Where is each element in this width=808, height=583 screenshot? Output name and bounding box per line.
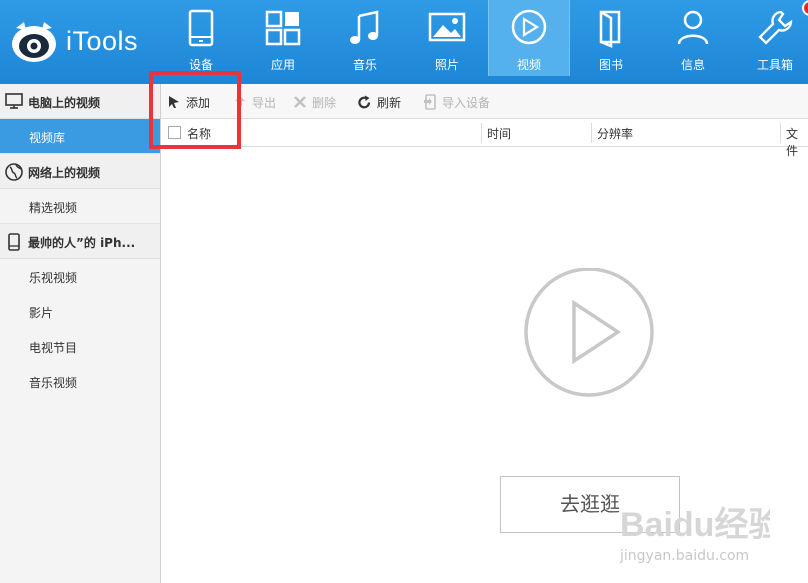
nav-photos[interactable]: 照片 — [406, 0, 488, 76]
nav-label: 工具箱 — [756, 58, 793, 72]
sidebar-item-tv-shows[interactable]: 电视节目 — [0, 329, 160, 364]
sidebar-item-label: 影片 — [29, 306, 54, 320]
sidebar-item-video-library[interactable]: 视频库 — [0, 119, 160, 154]
sidebar: 电脑上的视频 视频库 网络上的视频 精选视频 最帅的人”的 iPh... 乐视视… — [0, 84, 161, 583]
nav-video[interactable]: 视频 — [488, 0, 570, 76]
book-icon — [599, 10, 621, 48]
itools-window: iTools 设备 应用 音乐 照片 视频 图书 信息 工具箱 电脑上的视频 视… — [0, 0, 808, 583]
photo-icon — [428, 12, 466, 42]
nav-label: 图书 — [598, 58, 623, 72]
nav-info[interactable]: 信息 — [652, 0, 734, 76]
empty-play-icon — [524, 268, 654, 397]
video-play-icon — [511, 9, 547, 45]
column-divider — [591, 123, 592, 143]
person-icon — [677, 10, 709, 45]
refresh-button[interactable]: 刷新 — [357, 93, 401, 111]
nav-toolbox[interactable]: 工具箱 — [734, 0, 808, 76]
toolbar: 添加 导出 删除 刷新 导入设备 — [161, 84, 808, 119]
app-name: iTools — [66, 26, 139, 56]
nav-label: 音乐 — [352, 58, 377, 72]
music-icon — [350, 10, 379, 44]
phone-icon — [188, 9, 214, 47]
sidebar-section-title: 最帅的人”的 iPh... — [28, 236, 136, 250]
delete-button-label: 删除 — [312, 95, 337, 110]
delete-x-icon — [294, 96, 306, 108]
sidebar-item-label: 视频库 — [29, 131, 66, 145]
sidebar-item-label: 音乐视频 — [29, 376, 78, 390]
column-file[interactable]: 文件 — [786, 125, 808, 159]
nav-label: 视频 — [516, 58, 541, 72]
sidebar-item-letv[interactable]: 乐视视频 — [0, 259, 160, 294]
column-divider — [481, 123, 482, 143]
import-device-button[interactable]: 导入设备 — [423, 93, 490, 111]
sidebar-item-featured-videos[interactable]: 精选视频 — [0, 189, 160, 224]
itools-logo-icon — [12, 22, 56, 62]
device-icon — [8, 233, 20, 251]
nav-label: 应用 — [270, 58, 295, 72]
baidu-paw-icon: Baidu经验 — [620, 505, 770, 544]
column-divider — [780, 123, 781, 143]
export-button-label: 导出 — [252, 95, 277, 110]
column-time[interactable]: 时间 — [487, 125, 511, 142]
import-device-icon — [424, 94, 436, 110]
nav-books[interactable]: 图书 — [570, 0, 652, 76]
wrench-icon — [758, 10, 793, 45]
monitor-icon — [5, 93, 23, 109]
sidebar-section-online-videos[interactable]: 网络上的视频 — [0, 154, 160, 189]
import-device-button-label: 导入设备 — [442, 95, 491, 110]
nav-device[interactable]: 设备 — [160, 0, 242, 76]
apps-icon — [265, 10, 301, 46]
sidebar-item-label: 乐视视频 — [29, 271, 78, 285]
sidebar-section-device[interactable]: 最帅的人”的 iPh... — [0, 224, 160, 259]
nav-label: 信息 — [680, 58, 705, 72]
app-logo: iTools — [8, 16, 168, 68]
sidebar-item-music-videos[interactable]: 音乐视频 — [0, 364, 160, 399]
sidebar-section-title: 网络上的视频 — [28, 166, 101, 180]
nav-music[interactable]: 音乐 — [324, 0, 406, 76]
highlight-box — [149, 71, 241, 149]
notification-badge — [802, 0, 808, 16]
watermark-url: jingyan.baidu.com — [620, 548, 750, 564]
sidebar-section-title: 电脑上的视频 — [28, 96, 101, 110]
refresh-button-label: 刷新 — [377, 95, 402, 110]
column-resolution[interactable]: 分辨率 — [597, 125, 633, 142]
delete-button[interactable]: 删除 — [293, 93, 336, 111]
refresh-icon — [358, 95, 371, 108]
globe-icon — [5, 163, 23, 181]
sidebar-section-pc-videos[interactable]: 电脑上的视频 — [0, 84, 160, 119]
nav-apps[interactable]: 应用 — [242, 0, 324, 76]
top-bar: iTools 设备 应用 音乐 照片 视频 图书 信息 工具箱 — [0, 0, 808, 84]
sidebar-item-movies[interactable]: 影片 — [0, 294, 160, 329]
main-nav: 设备 应用 音乐 照片 视频 图书 信息 工具箱 — [160, 0, 808, 84]
nav-label: 照片 — [434, 58, 459, 72]
table-header: 名称 时间 分辨率 文件 — [161, 119, 808, 158]
watermark-brand: Baidu经验 — [620, 505, 770, 544]
sidebar-item-label: 电视节目 — [29, 341, 78, 355]
sidebar-item-label: 精选视频 — [29, 201, 78, 215]
